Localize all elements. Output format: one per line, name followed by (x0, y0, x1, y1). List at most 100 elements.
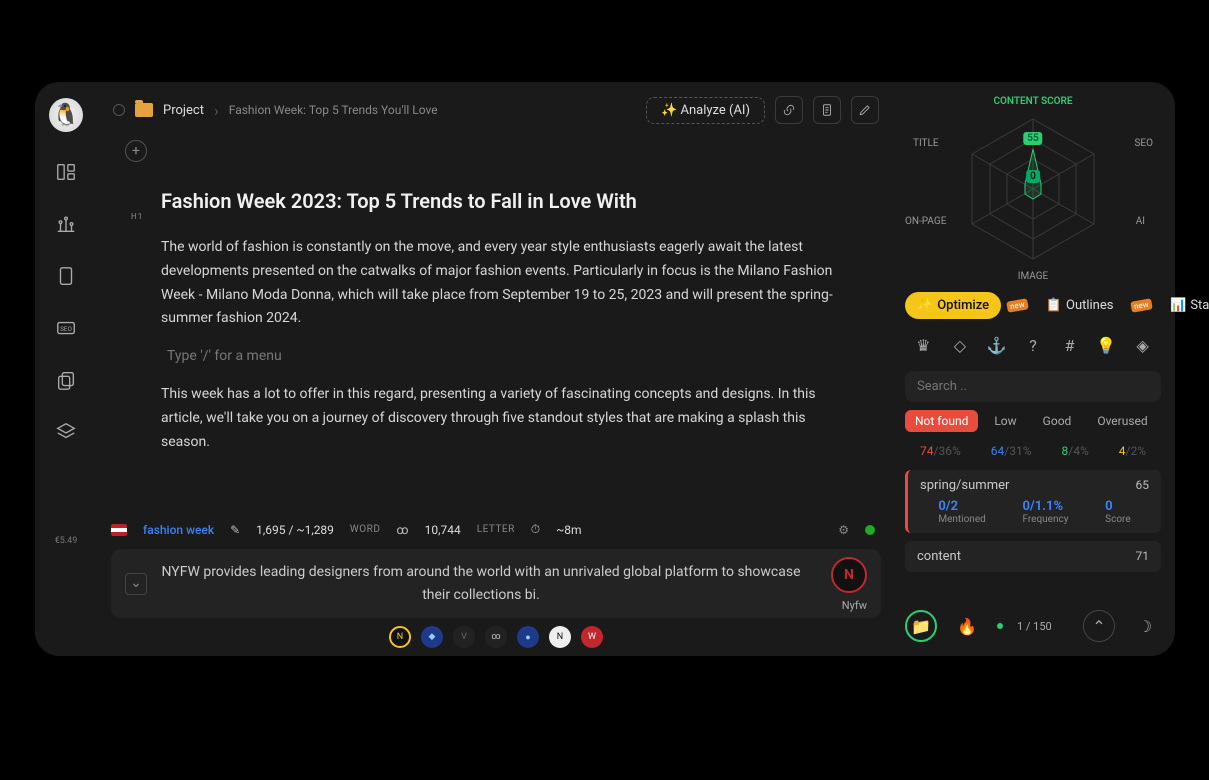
status-dot (997, 623, 1003, 629)
svg-text:SEO: SEO (60, 325, 72, 333)
tool-icon-row: ♛ ◇ ⚓ ? # 💡 ◈ (905, 327, 1161, 363)
clock-icon: ⏱ (531, 522, 540, 537)
radar-label-ai: AI (1136, 216, 1145, 227)
analyze-ai-button[interactable]: ✨ Analyze (AI) (646, 97, 765, 124)
analytics-icon[interactable] (54, 212, 78, 236)
page-icon[interactable] (54, 264, 78, 288)
breadcrumb-project[interactable]: Project (163, 103, 204, 118)
count-overused: 4/2% (1119, 444, 1146, 458)
filter-overused[interactable]: Overused (1087, 410, 1157, 432)
filter-low[interactable]: Low (984, 410, 1026, 432)
keyword-score: 71 (1136, 549, 1150, 563)
doc-title[interactable]: Fashion Week 2023: Top 5 Trends to Fall … (161, 184, 851, 218)
folder-open-button[interactable]: 📁 (905, 610, 937, 642)
app-window: 🐧 SEO €5.49 Project › Fashion Week: Top … (35, 82, 1175, 656)
crown-icon[interactable]: ♛ (913, 335, 933, 355)
document-icon[interactable] (813, 96, 841, 124)
primary-keyword[interactable]: fashion week (143, 523, 214, 537)
left-rail: 🐧 SEO €5.49 (35, 82, 97, 656)
doc-paragraph-2[interactable]: This week has a lot to offer in this reg… (161, 383, 851, 454)
radar-label-title: TITLE (913, 138, 939, 149)
source-chip-6[interactable]: N (549, 626, 571, 648)
letter-label: LETTER (477, 524, 515, 535)
filter-row: Not found Low Good Overused (905, 410, 1161, 432)
edit-icon[interactable] (851, 96, 879, 124)
folder-icon[interactable] (135, 103, 153, 117)
source-chip-2[interactable]: ◆ (421, 626, 443, 648)
topbar: Project › Fashion Week: Top 5 Trends You… (107, 96, 885, 134)
collapse-chevron-icon[interactable]: ⌄ (125, 573, 147, 595)
radar-label-seo: SEO (1134, 138, 1153, 149)
source-chip-1[interactable]: N (389, 626, 411, 648)
radar-label-onpage: ON-PAGE (905, 216, 946, 227)
count-low: 64/31% (991, 444, 1032, 458)
main-column: Project › Fashion Week: Top 5 Trends You… (97, 82, 895, 656)
read-time: ~8m (556, 523, 581, 537)
keyword-search-input[interactable] (905, 371, 1161, 402)
count-good: 8/4% (1062, 444, 1089, 458)
layout-icon[interactable] (54, 160, 78, 184)
filter-good[interactable]: Good (1033, 410, 1082, 432)
filter-not-found[interactable]: Not found (905, 410, 978, 432)
source-avatar[interactable]: N (831, 557, 867, 593)
radar-label-top: CONTENT SCORE (993, 96, 1072, 107)
layers-icon[interactable] (54, 420, 78, 444)
moon-icon[interactable]: ☽ (1129, 610, 1161, 642)
tab-outlines[interactable]: 📋 Outlines (1034, 292, 1126, 319)
slash-menu-hint[interactable]: Type '/' for a menu (167, 345, 851, 369)
keyword-item-1[interactable]: spring/summer 65 0/2Mentioned 0/1.1%Freq… (905, 470, 1161, 533)
new-badge: new (1006, 298, 1028, 312)
source-chip-5[interactable]: ● (517, 626, 539, 648)
heading-level-badge: H1 (131, 212, 143, 221)
count-row: 74/36% 64/31% 8/4% 4/2% (905, 440, 1161, 462)
keyword-score: 65 (1136, 478, 1150, 492)
status-dot-icon (113, 104, 125, 116)
new-badge-2: new (1131, 298, 1153, 312)
keyword-item-2[interactable]: content 71 (905, 541, 1161, 572)
add-block-button[interactable]: + (125, 140, 147, 162)
doc-paragraph-1[interactable]: The world of fashion is constantly on th… (161, 236, 851, 331)
radar-chart: CONTENT SCORE TITLE SEO ON-PAGE AI IMAGE… (905, 94, 1161, 284)
status-indicator (865, 525, 875, 535)
tab-statics[interactable]: 📊 Statics (1158, 292, 1209, 319)
doc-stats-bar: fashion week ✎ 1,695 / ~1,289 WORD ꝏ 10,… (107, 512, 885, 549)
source-chip-row: N ◆ V ∞ ● N W (107, 626, 885, 656)
version-label: €5.49 (55, 536, 78, 546)
source-chip-7[interactable]: W (581, 626, 603, 648)
letters-icon: ꝏ (396, 523, 408, 537)
suggestion-card: ⌄ NYFW provides leading designers from a… (111, 549, 881, 618)
copy-icon[interactable] (54, 368, 78, 392)
help-icon[interactable]: ? (1023, 335, 1043, 355)
chevron-right-icon: › (214, 101, 219, 120)
document-editor[interactable]: Fashion Week 2023: Top 5 Trends to Fall … (107, 170, 885, 512)
keyword-metrics: 0/2Mentioned 0/1.1%Frequency 0Score (920, 499, 1149, 525)
diamond-icon[interactable]: ◈ (1133, 335, 1153, 355)
radar-score-main: 55 (1023, 132, 1042, 145)
radar-label-image: IMAGE (1018, 271, 1049, 282)
source-chip-4[interactable]: ∞ (485, 626, 507, 648)
word-label: WORD (350, 524, 380, 535)
grid-icon[interactable]: # (1060, 335, 1080, 355)
flag-us-icon (111, 524, 127, 536)
flame-icon[interactable]: 🔥 (951, 610, 983, 642)
keyword-term: content (917, 549, 961, 564)
link-icon[interactable] (775, 96, 803, 124)
idea-icon[interactable]: 💡 (1096, 335, 1116, 355)
radar-score-sub: 0 (1026, 170, 1040, 183)
breadcrumb-doc[interactable]: Fashion Week: Top 5 Trends You'll Love (229, 103, 438, 117)
source-label: Nyfw (842, 597, 867, 615)
tag-icon[interactable]: ◇ (950, 335, 970, 355)
tab-optimize[interactable]: ✨ Optimize (905, 292, 1001, 319)
count-notfound: 74/36% (920, 444, 961, 458)
keyword-term: spring/summer (920, 478, 1009, 493)
source-chip-3[interactable]: V (453, 626, 475, 648)
letter-count: 10,744 (425, 523, 461, 537)
collapse-up-button[interactable]: ⌃ (1083, 610, 1115, 642)
right-panel: CONTENT SCORE TITLE SEO ON-PAGE AI IMAGE… (895, 82, 1175, 656)
anchor-icon[interactable]: ⚓ (986, 335, 1006, 355)
pen-icon: ✎ (230, 523, 240, 537)
seo-icon[interactable]: SEO (54, 316, 78, 340)
settings-gear-icon[interactable]: ⚙ (838, 523, 849, 537)
user-avatar[interactable]: 🐧 (49, 98, 83, 132)
panel-footer: 📁 🔥 1 / 150 ⌃ ☽ (905, 604, 1161, 648)
